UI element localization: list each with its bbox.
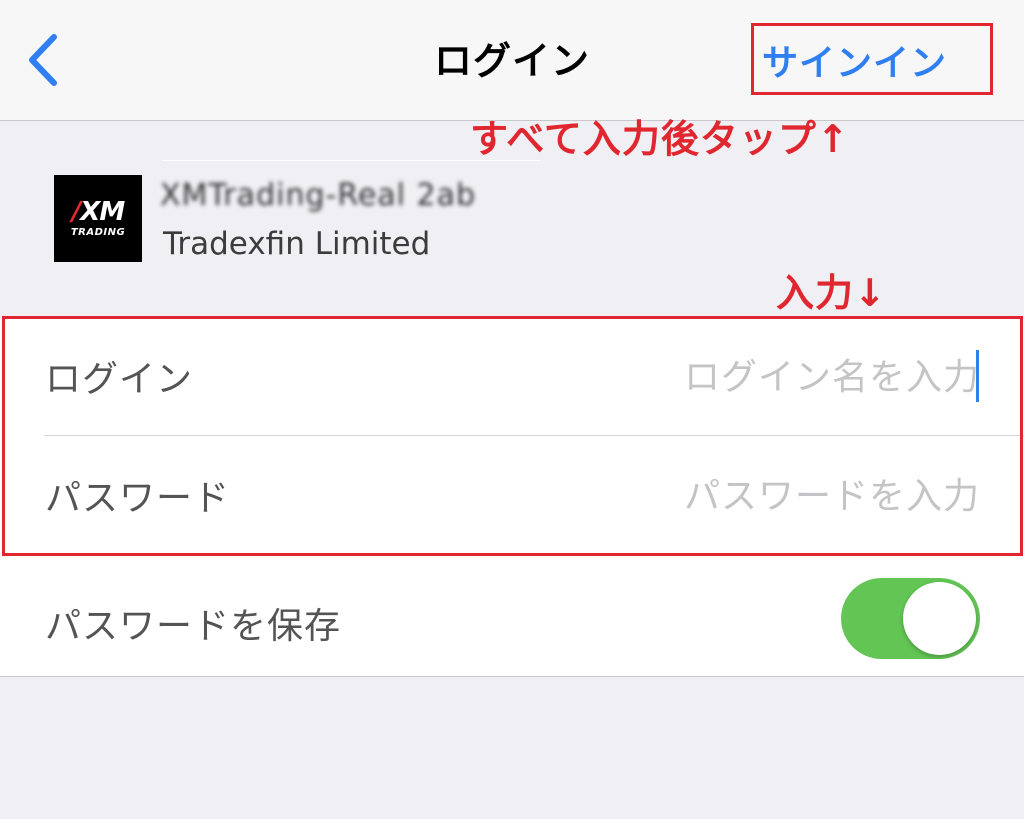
divider bbox=[162, 160, 540, 161]
annotation-input-here: 入力↓ bbox=[776, 271, 887, 315]
annotation-tap-after-input: すべて入力後タップ↑ bbox=[470, 117, 850, 161]
xm-trading-logo: /XM TRADING bbox=[54, 175, 142, 262]
save-password-row: パスワードを保存 bbox=[0, 556, 1024, 677]
toggle-knob bbox=[903, 582, 976, 655]
form-highlight-box bbox=[2, 316, 1023, 556]
save-password-label: パスワードを保存 bbox=[45, 606, 342, 647]
save-password-toggle[interactable] bbox=[841, 578, 980, 659]
signin-button[interactable]: サインイン bbox=[762, 34, 947, 86]
server-name: XMTrading-Real 2ab bbox=[160, 178, 477, 213]
company-name: Tradexfin Limited bbox=[163, 226, 431, 262]
